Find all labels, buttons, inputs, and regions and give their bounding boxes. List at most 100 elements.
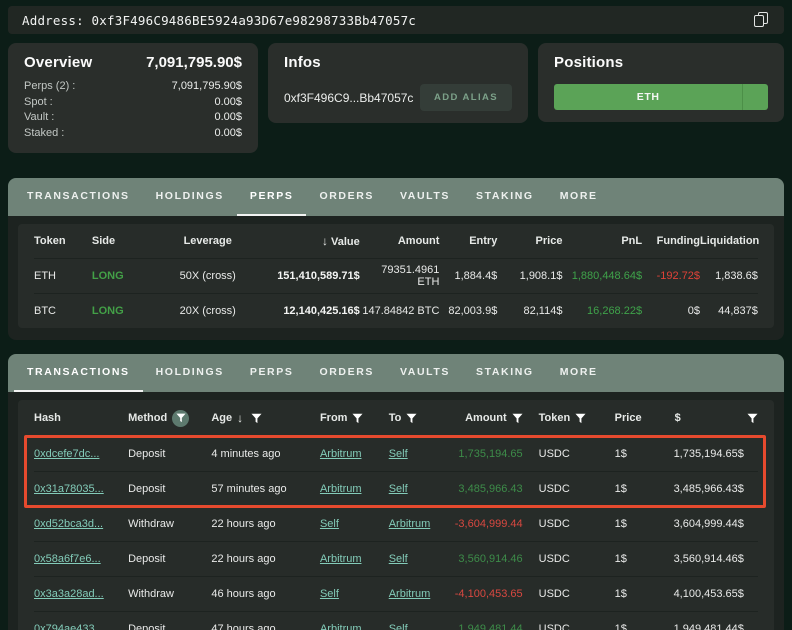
transactions-panel-tab-bar: TRANSACTIONS HOLDINGS PERPS ORDERS VAULT… bbox=[8, 354, 784, 392]
add-alias-button[interactable]: ADD ALIAS bbox=[420, 84, 512, 111]
tx-from-link[interactable]: Self bbox=[320, 518, 339, 530]
tx-hash-link[interactable]: 0x31a78035... bbox=[34, 483, 104, 495]
overview-row-vault: Vault : 0.00$ bbox=[24, 110, 242, 126]
tx-row-3[interactable]: 0xd52bca3d... Withdraw 22 hours ago Self… bbox=[34, 506, 758, 541]
amount-filter-icon[interactable] bbox=[512, 413, 523, 424]
tx-price: 1$ bbox=[599, 483, 657, 495]
tab-perps[interactable]: PERPS bbox=[237, 354, 307, 392]
overview-perps-value: 7,091,795.90$ bbox=[172, 79, 242, 95]
tab-transactions[interactable]: TRANSACTIONS bbox=[14, 178, 143, 216]
col-hash[interactable]: Hash bbox=[34, 412, 128, 424]
col-pnl[interactable]: PnL bbox=[562, 235, 642, 247]
col-amount[interactable]: Amount bbox=[360, 235, 440, 247]
col-price[interactable]: Price bbox=[497, 235, 562, 247]
cell-side: LONG bbox=[92, 270, 157, 282]
tab-orders[interactable]: ORDERS bbox=[306, 354, 387, 392]
col-leverage[interactable]: Leverage bbox=[157, 235, 258, 247]
overview-vault-label: Vault : bbox=[24, 110, 54, 126]
tx-to-link[interactable]: Self bbox=[389, 553, 408, 565]
address-value: 0xf3F496C9486BE5924a93D67e98298733Bb4705… bbox=[92, 13, 416, 28]
tab-staking[interactable]: STAKING bbox=[463, 354, 547, 392]
tx-to-link[interactable]: Arbitrum bbox=[389, 518, 431, 530]
tx-row-6[interactable]: 0x794ae433... Deposit 47 hours ago Arbit… bbox=[34, 611, 758, 630]
col-entry[interactable]: Entry bbox=[439, 235, 497, 247]
perps-table: Token Side Leverage ↓Value Amount Entry … bbox=[18, 224, 774, 328]
tx-row-2[interactable]: 0x31a78035... Deposit 57 minutes ago Arb… bbox=[34, 471, 758, 506]
tx-age: 22 hours ago bbox=[211, 518, 320, 530]
col-side[interactable]: Side bbox=[92, 235, 157, 247]
tx-to-link[interactable]: Self bbox=[389, 448, 408, 460]
tx-from-link[interactable]: Arbitrum bbox=[320, 483, 362, 495]
col-funding[interactable]: Funding bbox=[642, 235, 700, 247]
address-label: Address: bbox=[22, 13, 84, 28]
col-age[interactable]: Age ↓ bbox=[211, 411, 320, 425]
tx-from-link[interactable]: Arbitrum bbox=[320, 448, 362, 460]
tab-holdings[interactable]: HOLDINGS bbox=[143, 178, 237, 216]
tx-to-link[interactable]: Self bbox=[389, 483, 408, 495]
col-value[interactable]: ↓Value bbox=[258, 234, 359, 248]
tab-more[interactable]: MORE bbox=[547, 178, 611, 216]
positions-card: Positions ETH bbox=[538, 43, 784, 122]
col-liquidation[interactable]: Liquidation bbox=[700, 235, 758, 247]
tx-token: USDC bbox=[523, 483, 599, 495]
positions-segment-small[interactable] bbox=[742, 84, 768, 110]
tx-from-link[interactable]: Self bbox=[320, 588, 339, 600]
col-tx-price[interactable]: Price bbox=[599, 412, 657, 424]
token-filter-icon[interactable] bbox=[575, 413, 586, 424]
perps-panel: TRANSACTIONS HOLDINGS PERPS ORDERS VAULT… bbox=[8, 178, 784, 340]
perps-row-eth[interactable]: ETH LONG 50X (cross) 151,410,589.71$ 793… bbox=[34, 258, 758, 293]
tx-row-1[interactable]: 0xdcefe7dc... Deposit 4 minutes ago Arbi… bbox=[34, 436, 758, 471]
perps-row-btc[interactable]: BTC LONG 20X (cross) 12,140,425.16$ 147.… bbox=[34, 293, 758, 328]
col-to[interactable]: To bbox=[389, 412, 443, 424]
tx-hash-link[interactable]: 0xd52bca3d... bbox=[34, 518, 103, 530]
tx-row-4[interactable]: 0x58a6f7e6... Deposit 22 hours ago Arbit… bbox=[34, 541, 758, 576]
overview-vault-value: 0.00$ bbox=[214, 110, 242, 126]
cell-value: 12,140,425.16$ bbox=[258, 305, 359, 317]
tx-usd: 3,560,914.46$ bbox=[657, 553, 758, 565]
usd-filter-icon[interactable] bbox=[747, 413, 758, 424]
tx-amount: -4,100,453.65 bbox=[443, 588, 523, 600]
copy-icon[interactable] bbox=[754, 12, 770, 28]
tx-hash-link[interactable]: 0xdcefe7dc... bbox=[34, 448, 99, 460]
age-filter-icon[interactable] bbox=[251, 413, 262, 424]
tab-perps[interactable]: PERPS bbox=[237, 178, 307, 216]
to-filter-icon[interactable] bbox=[406, 413, 417, 424]
method-filter-icon-active[interactable] bbox=[172, 410, 189, 427]
cell-entry: 82,003.9$ bbox=[439, 305, 497, 317]
cell-liquidation: 1,838.6$ bbox=[700, 270, 758, 282]
tx-hash-link[interactable]: 0x794ae433... bbox=[34, 623, 104, 630]
col-usd[interactable]: $ bbox=[657, 412, 758, 424]
infos-title: Infos bbox=[284, 54, 512, 71]
tx-hash-link[interactable]: 0x3a3a28ad... bbox=[34, 588, 104, 600]
tx-from-link[interactable]: Arbitrum bbox=[320, 623, 362, 630]
transactions-table: Hash Method Age ↓ From T bbox=[18, 400, 774, 630]
col-tx-token[interactable]: Token bbox=[523, 412, 599, 424]
overview-row-perps: Perps (2) : 7,091,795.90$ bbox=[24, 79, 242, 95]
tx-price: 1$ bbox=[599, 518, 657, 530]
tab-more[interactable]: MORE bbox=[547, 354, 611, 392]
tx-from-link[interactable]: Arbitrum bbox=[320, 553, 362, 565]
tab-holdings[interactable]: HOLDINGS bbox=[143, 354, 237, 392]
cell-amount: 79351.4961 ETH bbox=[360, 264, 440, 288]
tx-to-link[interactable]: Arbitrum bbox=[389, 588, 431, 600]
tx-method: Deposit bbox=[128, 483, 211, 495]
tab-vaults[interactable]: VAULTS bbox=[387, 178, 463, 216]
cell-pnl: 1,880,448.64$ bbox=[562, 270, 642, 282]
cell-liquidation: 44,837$ bbox=[700, 305, 758, 317]
tx-age: 47 hours ago bbox=[211, 623, 320, 630]
tab-staking[interactable]: STAKING bbox=[463, 178, 547, 216]
from-filter-icon[interactable] bbox=[352, 413, 363, 424]
positions-segment-eth[interactable]: ETH bbox=[554, 84, 742, 110]
tab-transactions[interactable]: TRANSACTIONS bbox=[14, 354, 143, 392]
tx-row-5[interactable]: 0x3a3a28ad... Withdraw 46 hours ago Self… bbox=[34, 576, 758, 611]
tx-to-link[interactable]: Self bbox=[389, 623, 408, 630]
col-amount[interactable]: Amount bbox=[443, 412, 523, 424]
col-from[interactable]: From bbox=[320, 412, 389, 424]
col-method[interactable]: Method bbox=[128, 410, 211, 427]
tab-orders[interactable]: ORDERS bbox=[306, 178, 387, 216]
col-token[interactable]: Token bbox=[34, 235, 92, 247]
tx-hash-link[interactable]: 0x58a6f7e6... bbox=[34, 553, 101, 565]
tx-method: Withdraw bbox=[128, 518, 211, 530]
tab-vaults[interactable]: VAULTS bbox=[387, 354, 463, 392]
tx-usd: 4,100,453.65$ bbox=[657, 588, 758, 600]
